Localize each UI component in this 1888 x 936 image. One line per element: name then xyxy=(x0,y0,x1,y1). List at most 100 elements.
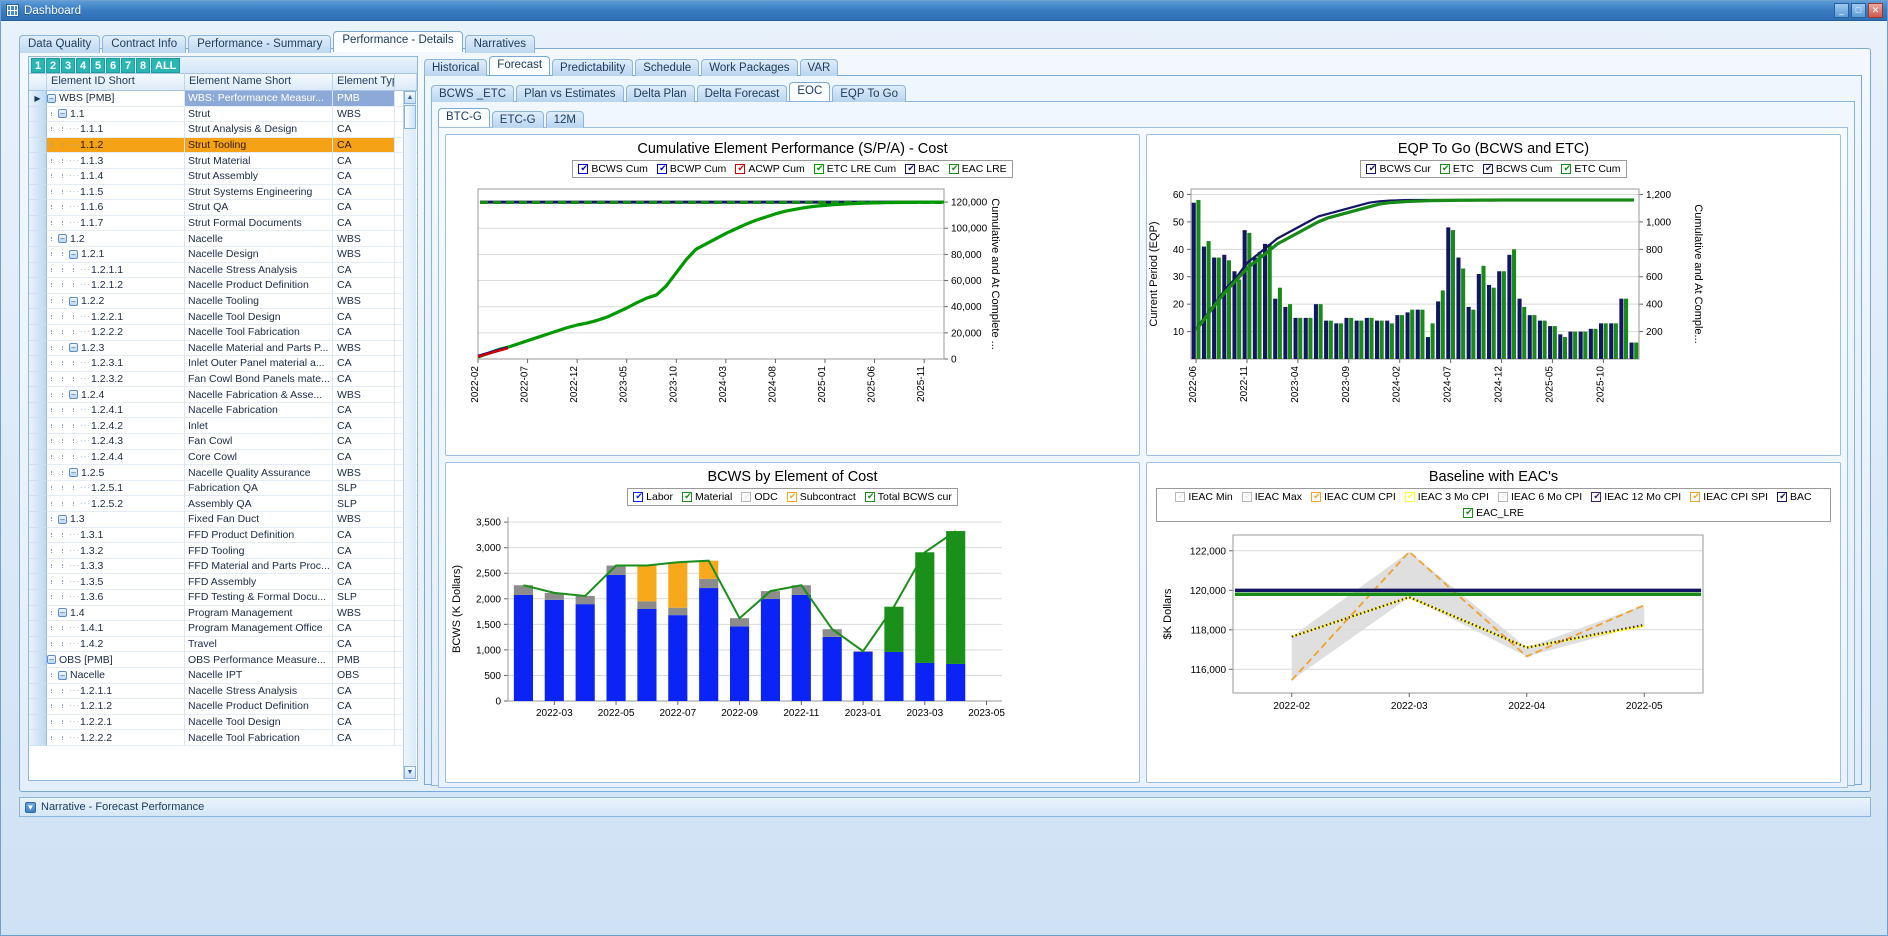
tab-contract-info[interactable]: Contract Info xyxy=(102,35,187,53)
legend-item-ieac-12-mo-cpi[interactable]: IEAC 12 Mo CPI xyxy=(1591,491,1681,503)
tab-schedule[interactable]: Schedule xyxy=(635,59,700,76)
table-row[interactable]: ··· 1.1.6 Strut QA CA xyxy=(29,200,417,216)
row-selector-cell[interactable] xyxy=(29,683,47,700)
maximize-button[interactable]: □ xyxy=(1851,3,1866,18)
table-row[interactable]: ··· 1.1.2 Strut Tooling CA xyxy=(29,137,417,154)
row-selector-cell[interactable] xyxy=(29,652,47,668)
table-row[interactable]: ··· 1.2.2.1 Nacelle Tool Design CA xyxy=(29,309,417,325)
row-selector-cell[interactable] xyxy=(29,449,47,466)
table-row[interactable]: –1.2.2 Nacelle Tooling WBS xyxy=(29,293,417,310)
close-button[interactable]: ✕ xyxy=(1868,3,1883,18)
scroll-down-button[interactable]: ▼ xyxy=(404,766,416,779)
checkbox-icon[interactable] xyxy=(1311,491,1322,502)
row-selector-cell[interactable] xyxy=(29,340,47,357)
table-row[interactable]: ··· 1.2.2.2 Nacelle Tool Fabrication CA xyxy=(29,730,417,746)
tab-performance-summary[interactable]: Performance - Summary xyxy=(188,35,332,53)
table-row[interactable]: –1.4 Program Management WBS xyxy=(29,605,417,622)
tab-forecast[interactable]: Forecast xyxy=(489,56,551,75)
scroll-thumb[interactable] xyxy=(404,105,416,129)
table-row[interactable]: ··· 1.1.7 Strut Formal Documents CA xyxy=(29,215,417,232)
legend-item-bac[interactable]: BAC xyxy=(1777,491,1812,503)
legend-item-odc[interactable]: ODC xyxy=(741,491,778,503)
row-selector-cell[interactable] xyxy=(29,730,47,746)
table-row[interactable]: ··· 1.2.1.2 Nacelle Product Definition CA xyxy=(29,278,417,294)
checkbox-icon[interactable] xyxy=(1497,491,1509,502)
table-row[interactable]: ··· 1.2.2.2 Nacelle Tool Fabrication CA xyxy=(29,324,417,341)
row-selector-cell[interactable] xyxy=(29,527,47,544)
row-selector-cell[interactable] xyxy=(29,215,47,232)
tab-performance-details[interactable]: Performance - Details xyxy=(333,31,463,52)
table-row[interactable]: ··· 1.3.6 FFD Testing & Formal Docu... SLP xyxy=(29,590,417,606)
checkbox-icon[interactable] xyxy=(905,163,916,174)
table-row[interactable]: – Nacelle Nacelle IPT OBS xyxy=(29,667,417,684)
tab-bcws-etc[interactable]: BCWS _ETC xyxy=(431,85,515,102)
row-selector-cell[interactable] xyxy=(29,278,47,294)
row-selector-cell[interactable] xyxy=(29,324,47,341)
chevron-down-icon[interactable]: ▼ xyxy=(25,801,36,813)
legend-item-ieac-3-mo-cpi[interactable]: IEAC 3 Mo CPI xyxy=(1404,491,1489,503)
tab-plan-vs-estimates[interactable]: Plan vs Estimates xyxy=(516,85,624,102)
page-button-2[interactable]: 2 xyxy=(46,57,60,73)
table-row[interactable]: ··· 1.2.4.3 Fan Cowl CA xyxy=(29,434,417,450)
checkbox-icon[interactable] xyxy=(735,163,746,174)
tab-eqp-to-go[interactable]: EQP To Go xyxy=(832,85,907,102)
tree-collapse-icon[interactable]: – xyxy=(47,655,56,665)
legend-item-bcws-cur[interactable]: BCWS Cur xyxy=(1366,163,1431,175)
table-row[interactable]: ··· 1.2.5.2 Assembly QA SLP xyxy=(29,496,417,513)
row-selector-cell[interactable] xyxy=(29,231,47,247)
legend-item-material[interactable]: Material xyxy=(682,491,732,503)
row-selector-cell[interactable] xyxy=(29,590,47,606)
column-header-element-type[interactable]: Element Type xyxy=(333,74,395,90)
table-row[interactable]: ··· 1.2.3.1 Inlet Outer Panel material a..… xyxy=(29,356,417,372)
legend-item-bac[interactable]: BAC xyxy=(905,163,940,175)
page-button-6[interactable]: 6 xyxy=(106,57,120,73)
row-selector-cell[interactable] xyxy=(29,184,47,201)
checkbox-icon[interactable] xyxy=(1175,491,1186,502)
table-row[interactable]: ··· 1.3.5 FFD Assembly CA xyxy=(29,574,417,590)
legend-item-ieac-6-mo-cpi[interactable]: IEAC 6 Mo CPI xyxy=(1497,491,1582,503)
page-button-8[interactable]: 8 xyxy=(136,57,150,73)
tab-narratives[interactable]: Narratives xyxy=(464,35,536,53)
table-row[interactable]: – OBS [PMB] OBS Performance Measure... PMB xyxy=(29,652,417,668)
tab-delta-plan[interactable]: Delta Plan xyxy=(625,85,695,102)
page-button-3[interactable]: 3 xyxy=(61,57,75,73)
table-row[interactable]: ··· 1.1.3 Strut Material CA xyxy=(29,153,417,169)
row-selector-cell[interactable] xyxy=(29,512,47,528)
tab-data-quality[interactable]: Data Quality xyxy=(19,35,101,53)
narrative-bar[interactable]: ▼ Narrative - Forecast Performance xyxy=(19,797,1871,817)
checkbox-icon[interactable] xyxy=(741,491,752,502)
tab-12m[interactable]: 12M xyxy=(545,111,584,128)
row-selector-cell[interactable] xyxy=(29,480,47,497)
checkbox-icon[interactable] xyxy=(682,491,693,502)
column-header-element-name[interactable]: Element Name Short xyxy=(185,74,333,90)
tab-var[interactable]: VAR xyxy=(799,59,839,76)
row-selector-cell[interactable] xyxy=(29,200,47,216)
tree-collapse-icon[interactable]: – xyxy=(58,109,67,119)
checkbox-icon[interactable] xyxy=(1591,491,1602,502)
chart-bcws-by-element-of-cost[interactable]: BCWS by Element of Cost Labor Material ODC… xyxy=(445,461,1140,783)
row-selector-cell[interactable] xyxy=(29,153,47,169)
table-row[interactable]: ··· 1.3.1 FFD Product Definition CA xyxy=(29,527,417,544)
tab-btc-g[interactable]: BTC-G xyxy=(438,108,490,127)
table-row[interactable]: ··· 1.3.2 FFD Tooling CA xyxy=(29,543,417,559)
table-row[interactable]: ▶ – WBS [PMB] WBS: Performance Measur... PMB xyxy=(29,91,417,107)
minimize-button[interactable]: _ xyxy=(1834,3,1849,18)
table-row[interactable]: ··· 1.2.2.1 Nacelle Tool Design CA xyxy=(29,714,417,731)
table-row[interactable]: ··· 1.2.1.2 Nacelle Product Definition CA xyxy=(29,699,417,715)
checkbox-icon[interactable] xyxy=(633,491,644,502)
table-row[interactable]: ··· 1.4.1 Program Management Office CA xyxy=(29,621,417,637)
legend-item-ieac-cpi-spi[interactable]: IEAC CPI SPI xyxy=(1690,491,1768,503)
table-row[interactable]: ··· 1.2.4.1 Nacelle Fabrication CA xyxy=(29,402,417,419)
checkbox-icon[interactable] xyxy=(1561,163,1572,174)
page-button-1[interactable]: 1 xyxy=(31,57,45,73)
tree-collapse-icon[interactable]: – xyxy=(69,249,78,259)
legend-item-ieac-cum-cpi[interactable]: IEAC CUM CPI xyxy=(1311,491,1396,503)
checkbox-icon[interactable] xyxy=(1463,507,1474,518)
row-selector-cell[interactable] xyxy=(29,699,47,715)
table-row[interactable]: ··· 1.1.1 Strut Analysis & Design CA xyxy=(29,122,417,138)
tree-collapse-icon[interactable]: – xyxy=(47,93,56,103)
row-selector-cell[interactable] xyxy=(29,356,47,372)
row-selector-cell[interactable] xyxy=(29,106,47,123)
legend-item-eac-lre[interactable]: EAC_LRE xyxy=(1463,507,1524,519)
row-selector-cell[interactable]: ▶ xyxy=(29,91,47,107)
